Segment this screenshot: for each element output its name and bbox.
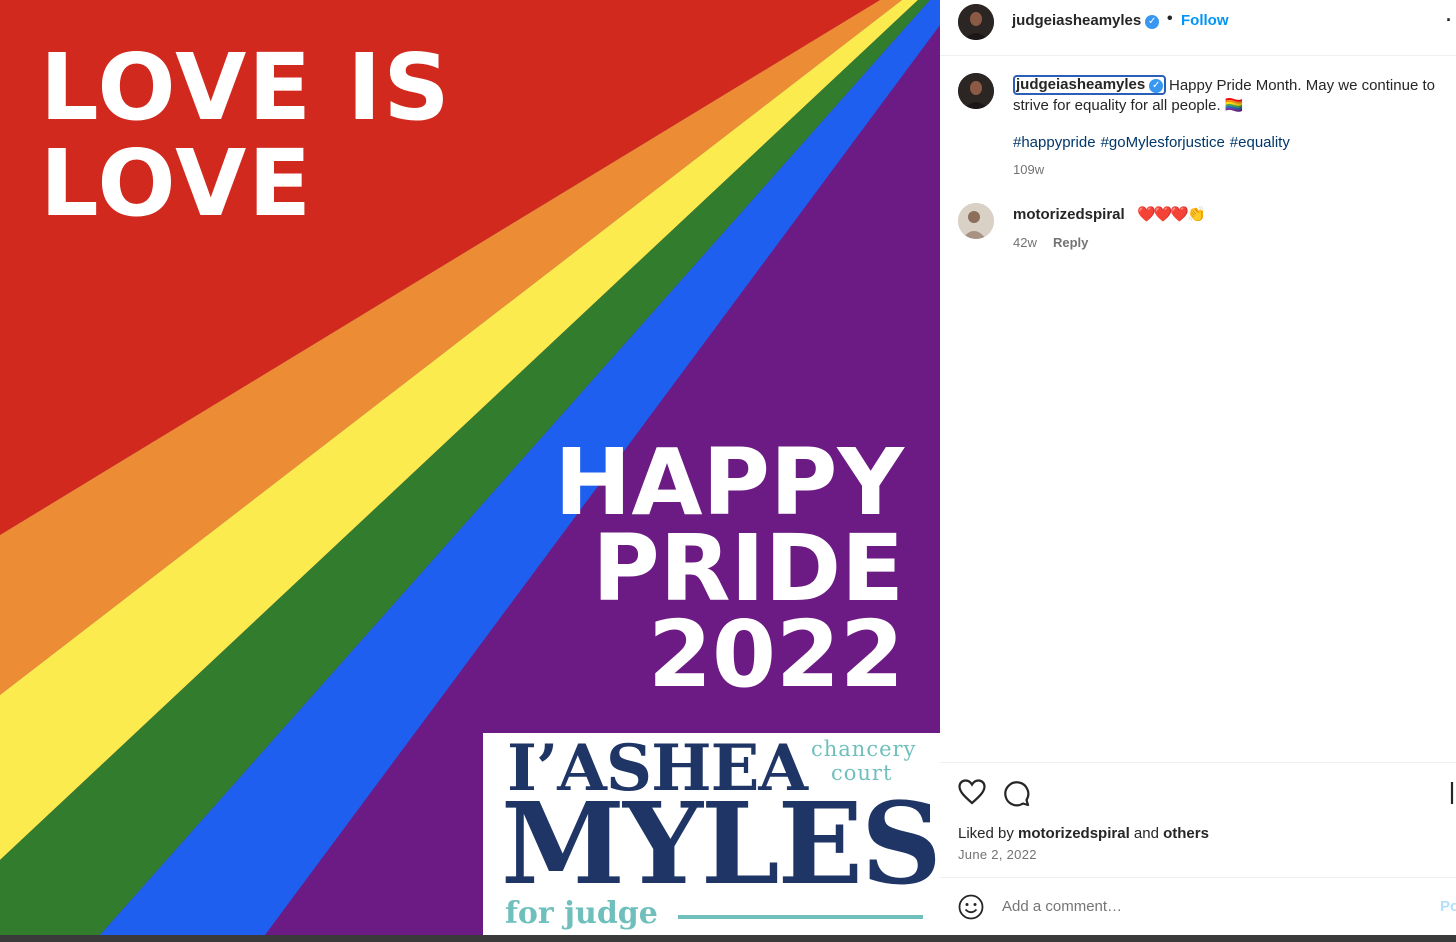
divider — [940, 55, 1456, 56]
headline-line: LOVE IS — [40, 34, 452, 141]
love-is-love-headline: LOVE IS LOVE — [40, 40, 452, 232]
ellipsis-icon[interactable]: · — [1446, 10, 1452, 31]
happy-pride-headline: HAPPY PRIDE 2022 — [554, 429, 904, 708]
bookmark-icon[interactable] — [1450, 780, 1456, 811]
avatar-photo-icon — [958, 4, 994, 40]
verified-badge-icon: ✓ — [1149, 79, 1164, 93]
avatar-photo-icon — [958, 73, 994, 109]
logo-office-line: chancery — [811, 737, 917, 761]
caption-username[interactable]: judgeiasheamyles ✓ — [1013, 75, 1167, 95]
headline-line: LOVE — [40, 130, 314, 237]
headline-line: 2022 — [647, 601, 904, 708]
header-username[interactable]: judgeiasheamyles ✓ — [1012, 12, 1160, 29]
liked-by-joiner: and — [1133, 825, 1159, 842]
avatar-photo-icon — [958, 203, 994, 239]
liked-by-user[interactable]: motorizedspiral — [1018, 825, 1130, 842]
hashtag-link[interactable]: #happypride — [1013, 134, 1096, 151]
post-side-panel: judgeiasheamyles ✓ • Follow · Happy Pride… — [940, 0, 1456, 935]
hashtag-link[interactable]: #goMylesforjustice — [1101, 134, 1225, 151]
heart-icon[interactable] — [958, 779, 986, 810]
logo-underline — [678, 915, 923, 919]
logo-office: chancery court — [811, 737, 916, 785]
follow-button[interactable]: Follow — [1181, 12, 1229, 29]
comment-username[interactable]: motorizedspiral — [1013, 206, 1125, 223]
caption-timestamp[interactable]: 109w — [1013, 162, 1044, 177]
liked-by-text: Liked by motorizedspiral and others — [958, 825, 1209, 842]
campaign-logo: I’ASHEA chancery court MYLES for judge — [483, 731, 940, 935]
username-text[interactable]: judgeiasheamyles — [1016, 76, 1145, 93]
background-strip — [0, 935, 1456, 942]
avatar[interactable] — [958, 4, 994, 40]
headline-line: HAPPY — [554, 429, 904, 536]
logo-last-name: MYLES — [501, 779, 940, 910]
divider — [940, 877, 1456, 878]
liked-by-others[interactable]: others — [1163, 825, 1209, 842]
comment-input[interactable] — [1002, 898, 1402, 915]
post-image[interactable]: LOVE IS LOVE HAPPY PRIDE 2022 I’ASHEA ch… — [0, 0, 940, 935]
post-comment-button[interactable]: Post — [1440, 898, 1456, 919]
logo-tagline: for judge — [505, 896, 658, 931]
verified-badge-icon: ✓ — [1145, 15, 1160, 29]
smiley-icon[interactable] — [958, 894, 984, 925]
post-date[interactable]: June 2, 2022 — [958, 847, 1037, 862]
comment-text: ❤️❤️❤️👏 — [1137, 206, 1206, 223]
avatar[interactable] — [958, 73, 994, 109]
headline-line: PRIDE — [592, 515, 904, 622]
hashtags: #happypride #goMylesforjustice #equality — [1013, 134, 1295, 151]
post-comment-label[interactable]: Post — [1440, 898, 1456, 915]
reply-button[interactable]: Reply — [1053, 235, 1088, 250]
avatar[interactable] — [958, 203, 994, 239]
header-separator: • — [1167, 10, 1173, 27]
comment-bubble-icon[interactable] — [1002, 779, 1030, 812]
hashtag-link[interactable]: #equality — [1230, 134, 1290, 151]
username-text[interactable]: judgeiasheamyles — [1012, 12, 1141, 29]
divider — [940, 762, 1456, 763]
comment-timestamp[interactable]: 42w — [1013, 235, 1037, 250]
liked-by-prefix: Liked by — [958, 825, 1014, 842]
